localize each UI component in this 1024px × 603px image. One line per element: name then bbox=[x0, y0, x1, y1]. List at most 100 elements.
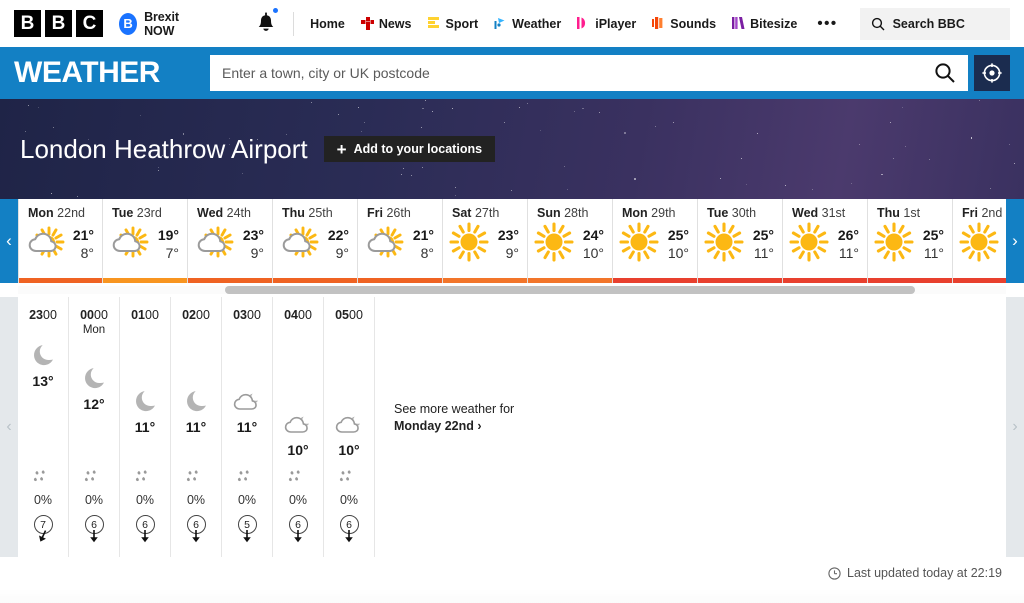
hour-condition-group: 11° bbox=[171, 387, 221, 435]
see-more-line1: See more weather for bbox=[394, 402, 515, 416]
raindrop-icon bbox=[83, 470, 105, 491]
add-to-locations-button[interactable]: + Add to your locations bbox=[323, 136, 496, 162]
hour-wind: 6 bbox=[120, 515, 170, 548]
notifications-button[interactable] bbox=[255, 7, 279, 37]
magnifier-icon[interactable] bbox=[934, 62, 956, 84]
day-label: Fri 2nd bbox=[962, 206, 1003, 220]
raindrop-icon bbox=[338, 470, 360, 491]
nav-link-label: Bitesize bbox=[750, 16, 798, 31]
day-low-temp: 10° bbox=[667, 244, 689, 261]
day-forecast-cell[interactable]: Tue 23rd 19° 7° bbox=[103, 199, 188, 283]
day-temperatures: 25° 11° bbox=[923, 227, 944, 262]
day-low-temp: 9° bbox=[505, 244, 519, 261]
hour-time: 2300 bbox=[29, 308, 57, 322]
page-title: London Heathrow Airport bbox=[20, 133, 308, 164]
nav-link-sounds[interactable]: Sounds bbox=[652, 17, 716, 31]
day-forecast-cell[interactable]: Mon 22nd 21° 8° bbox=[18, 199, 103, 283]
nav-link-weather[interactable]: Weather bbox=[494, 17, 561, 31]
day-forecast-cell[interactable]: Sun 28th 24° 10° bbox=[528, 199, 613, 283]
hour-precipitation: 0% bbox=[18, 469, 68, 507]
sunny-intervals-icon bbox=[279, 222, 319, 267]
day-label: Sun 28th bbox=[537, 206, 589, 220]
hour-forecast-cell[interactable]: 0000 Mon 12° 0% 6 bbox=[69, 297, 120, 557]
hour-temperature: 12° bbox=[83, 396, 105, 412]
hour-forecast-cell[interactable]: 0500 10° 0% 6 bbox=[324, 297, 375, 557]
hour-temperature: 11° bbox=[185, 419, 207, 435]
nav-link-bitesize[interactable]: Bitesize bbox=[732, 17, 797, 31]
bbc-logo[interactable]: B B C bbox=[14, 10, 103, 37]
day-label: Tue 30th bbox=[707, 206, 757, 220]
more-menu-button[interactable]: ••• bbox=[817, 15, 837, 32]
day-forecast-cell[interactable]: Fri 26th 21° 8° bbox=[358, 199, 443, 283]
precipitation-chance: 0% bbox=[288, 493, 308, 507]
geolocate-button[interactable] bbox=[974, 55, 1010, 91]
crosshair-icon bbox=[982, 63, 1002, 83]
nav-divider bbox=[293, 11, 295, 36]
day-forecast-cell[interactable]: Thu 25th 22° 9° bbox=[273, 199, 358, 283]
hour-forecast-cell[interactable]: 0100 11° 0% 6 bbox=[120, 297, 171, 557]
precipitation-chance: 0% bbox=[339, 493, 359, 507]
brexit-now-link[interactable]: B Brexit NOW bbox=[119, 10, 200, 38]
hour-forecast-cell[interactable]: 0400 10° 0% 6 bbox=[273, 297, 324, 557]
bitesize-icon bbox=[732, 17, 745, 29]
add-to-locations-label: Add to your locations bbox=[353, 142, 483, 156]
nav-link-sport[interactable]: Sport bbox=[427, 17, 478, 31]
sport-icon bbox=[428, 17, 440, 28]
hour-temperature: 11° bbox=[236, 419, 258, 435]
location-search-form bbox=[210, 55, 968, 91]
sunny-intervals-icon bbox=[194, 222, 234, 267]
raindrop-icon bbox=[287, 470, 309, 491]
moon-icon bbox=[171, 387, 221, 415]
day-low-temp: 11° bbox=[753, 244, 774, 261]
day-forecast-cell[interactable]: Wed 31st 26° 11° bbox=[783, 199, 868, 283]
hour-time: 0400 bbox=[284, 308, 312, 322]
hour-forecast-cell[interactable]: 0300 11° 0% 5 bbox=[222, 297, 273, 557]
scrollbar-thumb[interactable] bbox=[225, 286, 915, 294]
day-forecast-cell[interactable]: Sat 27th 23° 9° bbox=[443, 199, 528, 283]
hour-temperature: 13° bbox=[32, 373, 54, 389]
clock-icon bbox=[828, 566, 841, 580]
hour-precipitation: 0% bbox=[273, 469, 323, 507]
precipitation-chance: 0% bbox=[84, 493, 104, 507]
day-forecast-cell[interactable]: Wed 24th 23° 9° bbox=[188, 199, 273, 283]
day-high-temp: 25° bbox=[752, 227, 774, 243]
news-icon bbox=[360, 17, 374, 30]
sunny-intervals-icon bbox=[25, 222, 65, 267]
see-more-weather-link[interactable]: See more weather for Monday 22nd › bbox=[394, 401, 514, 435]
hour-precipitation: 0% bbox=[120, 469, 170, 507]
day-forecast-cell[interactable]: Tue 30th 25° 11° bbox=[698, 199, 783, 283]
hourly-forecast-list: 2300 13° 0% 7 0000 Mon 12° 0% 6 0100 11° 0% 6 0200 11°… bbox=[18, 297, 1006, 557]
day-carousel-prev-button[interactable]: ‹ bbox=[0, 199, 18, 283]
day-high-temp: 21° bbox=[412, 227, 434, 243]
day-high-temp: 25° bbox=[922, 227, 944, 243]
day-forecast-cell[interactable]: Thu 1st 25° 11° bbox=[868, 199, 953, 283]
daily-forecast-carousel: ‹ Mon 22nd 21° 8° Tue 23rd 19° 7° Wed 24th 23° 9… bbox=[0, 199, 1024, 283]
hour-condition-group: 12° bbox=[69, 364, 119, 412]
wind-direction-icon bbox=[35, 529, 51, 548]
hour-day-label: Mon bbox=[82, 324, 106, 336]
day-high-temp: 24° bbox=[582, 227, 604, 243]
nav-link-news[interactable]: News bbox=[360, 17, 411, 31]
hour-time: 0200 bbox=[182, 308, 210, 322]
hourly-prev-button[interactable]: ‹ bbox=[0, 297, 18, 557]
search-bbc-button[interactable]: Search BBC bbox=[859, 7, 1010, 40]
nav-link-iplayer[interactable]: iPlayer bbox=[577, 17, 636, 31]
sounds-icon bbox=[652, 17, 663, 29]
weather-logo[interactable]: WEATHER bbox=[14, 56, 210, 90]
sunny-icon bbox=[619, 222, 659, 267]
nav-link-home[interactable]: Home bbox=[310, 17, 345, 31]
day-low-temp: 9° bbox=[250, 244, 264, 261]
wind-direction-icon bbox=[86, 529, 102, 548]
hour-temperature: 10° bbox=[287, 442, 309, 458]
day-temperatures: 23° 9° bbox=[243, 227, 264, 262]
hourly-next-button[interactable]: › bbox=[1006, 297, 1024, 557]
search-input[interactable] bbox=[222, 65, 934, 81]
day-forecast-cell[interactable]: Fri 2nd bbox=[953, 199, 1006, 283]
day-forecast-cell[interactable]: Mon 29th 25° 10° bbox=[613, 199, 698, 283]
day-carousel-next-button[interactable]: › bbox=[1006, 199, 1024, 283]
hour-time: 0000 bbox=[80, 308, 108, 322]
hour-forecast-cell[interactable]: 2300 13° 0% 7 bbox=[18, 297, 69, 557]
hour-forecast-cell[interactable]: 0200 11° 0% 6 bbox=[171, 297, 222, 557]
raindrop-icon bbox=[134, 470, 156, 491]
day-high-temp: 23° bbox=[242, 227, 264, 243]
